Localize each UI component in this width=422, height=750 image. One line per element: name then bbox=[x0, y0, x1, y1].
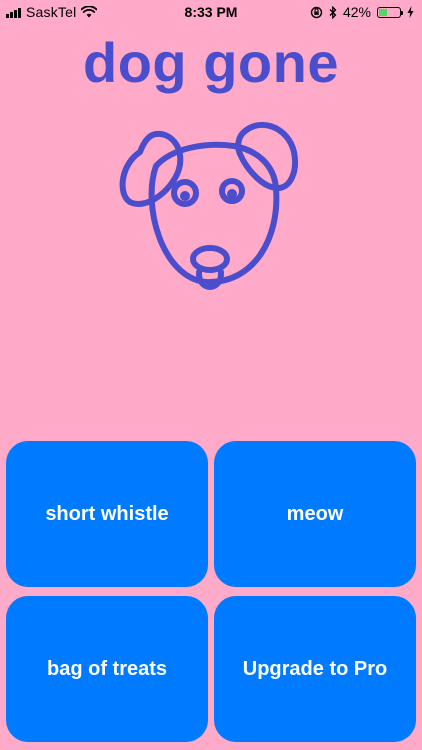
status-bar: SaskTel 8:33 PM 42% bbox=[0, 0, 422, 26]
meow-button[interactable]: meow bbox=[214, 441, 416, 587]
dog-face-icon bbox=[119, 122, 298, 290]
lock-rotation-icon bbox=[310, 6, 323, 18]
app-title: dog gone bbox=[83, 31, 339, 94]
short-whistle-label: short whistle bbox=[45, 502, 169, 525]
battery-level bbox=[379, 8, 388, 16]
status-right: 42% bbox=[310, 4, 414, 20]
bluetooth-icon bbox=[329, 5, 337, 19]
upgrade-to-pro-label: Upgrade to Pro bbox=[242, 657, 388, 680]
upgrade-to-pro-button[interactable]: Upgrade to Pro bbox=[214, 596, 416, 742]
bag-of-treats-button[interactable]: bag of treats bbox=[6, 596, 208, 742]
meow-label: meow bbox=[286, 502, 344, 525]
battery-icon bbox=[377, 6, 403, 18]
bag-of-treats-label: bag of treats bbox=[46, 657, 168, 680]
short-whistle-button[interactable]: short whistle bbox=[6, 441, 208, 587]
charging-icon bbox=[407, 6, 414, 18]
battery-percent: 42% bbox=[342, 4, 371, 20]
